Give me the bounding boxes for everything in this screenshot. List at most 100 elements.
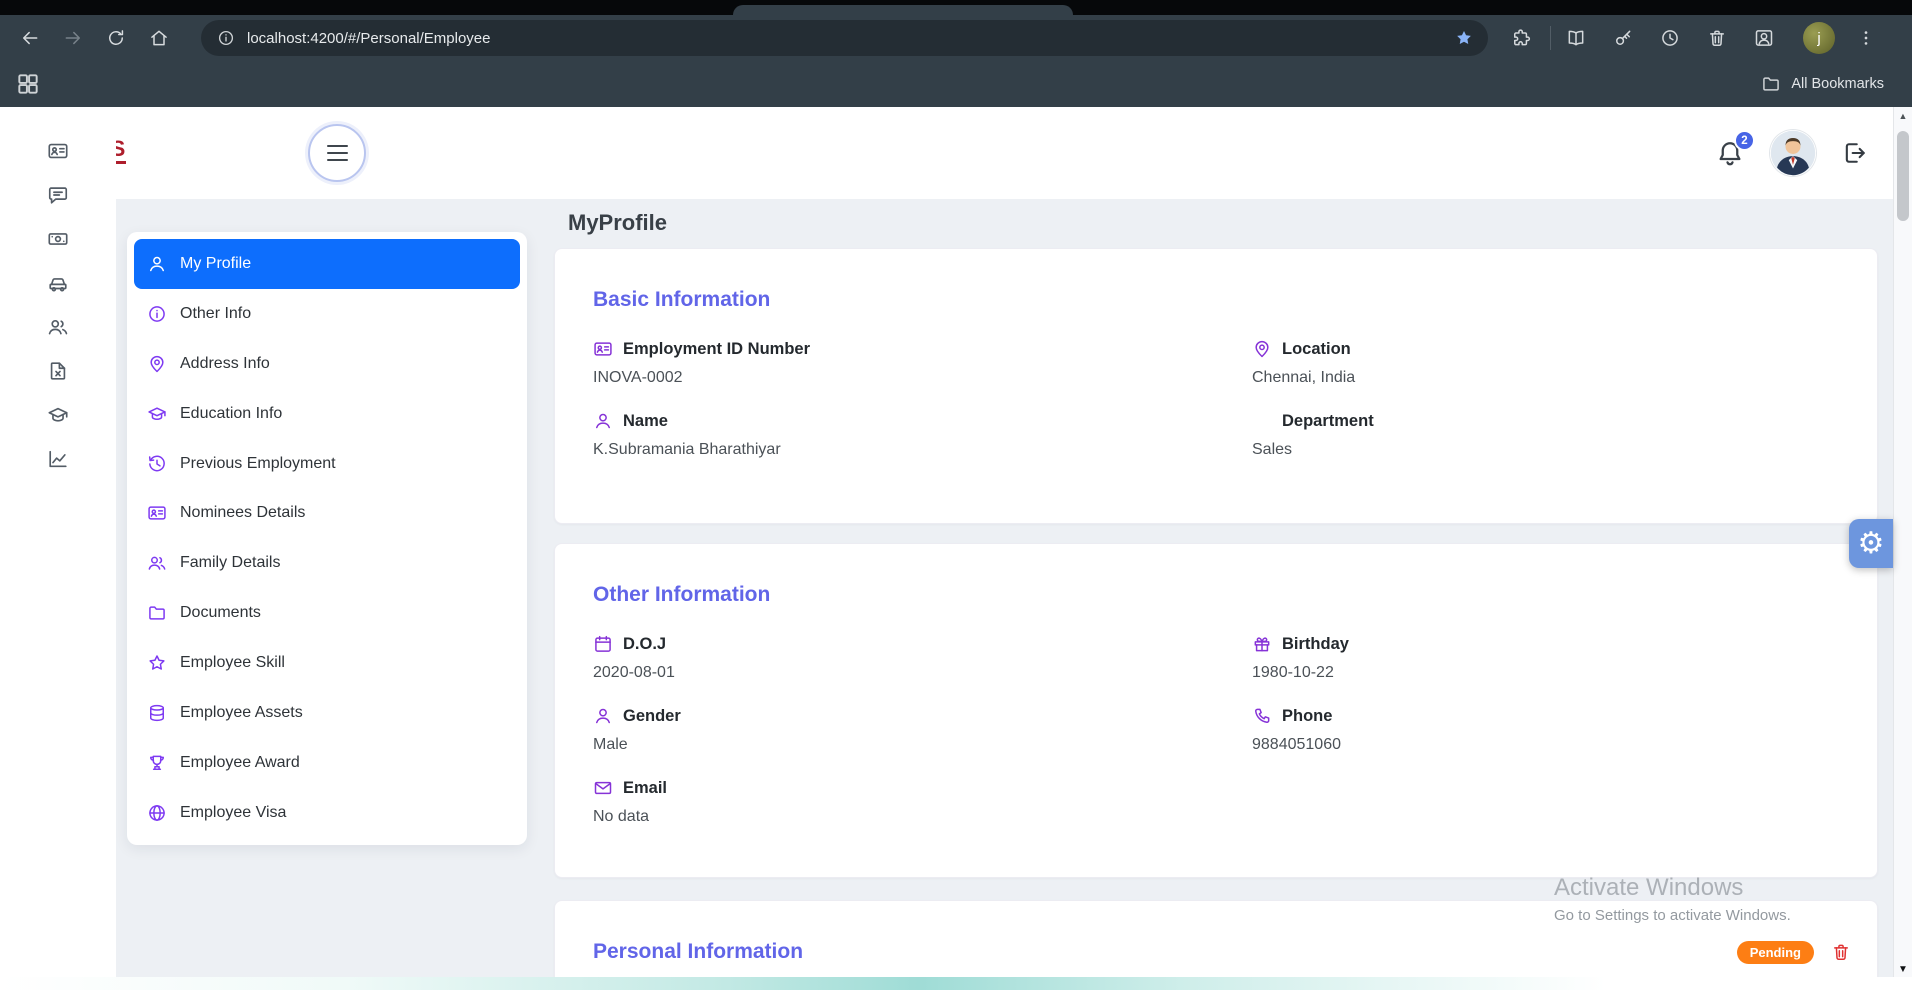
sidebar-icon-payroll[interactable] bbox=[47, 228, 69, 250]
puzzle-icon bbox=[1511, 28, 1531, 48]
main-content: MyProfile My ProfileOther InfoAddress In… bbox=[116, 199, 1893, 990]
user-avatar[interactable] bbox=[1770, 130, 1816, 176]
status-badge: Pending bbox=[1737, 941, 1814, 964]
field-label: Department bbox=[1282, 409, 1374, 433]
notifications-button[interactable]: 2 bbox=[1715, 138, 1745, 168]
forward-arrow-icon bbox=[63, 28, 83, 48]
notification-badge: 2 bbox=[1734, 130, 1755, 151]
menu-item-label: Documents bbox=[180, 604, 261, 622]
scroll-down-arrow[interactable]: ▼ bbox=[1894, 965, 1912, 975]
field-email: EmailNo data bbox=[593, 776, 1252, 828]
menu-item-education-info[interactable]: Education Info bbox=[134, 389, 520, 439]
menu-item-label: Other Info bbox=[180, 305, 251, 323]
menu-item-address-info[interactable]: Address Info bbox=[134, 339, 520, 389]
menu-item-employee-assets[interactable]: Employee Assets bbox=[134, 688, 520, 738]
menu-item-label: Education Info bbox=[180, 405, 282, 423]
star-icon bbox=[147, 653, 167, 673]
home-button[interactable] bbox=[142, 21, 176, 55]
settings-fab[interactable] bbox=[1849, 519, 1893, 568]
sidebar-icon-analytics[interactable] bbox=[47, 448, 69, 470]
phone-icon bbox=[1252, 706, 1272, 726]
menu-item-employee-visa[interactable]: Employee Visa bbox=[134, 788, 520, 838]
reload-button[interactable] bbox=[99, 21, 133, 55]
menu-item-previous-employment[interactable]: Previous Employment bbox=[134, 439, 520, 489]
reading-list-button[interactable] bbox=[1559, 21, 1593, 55]
menu-item-employee-skill[interactable]: Employee Skill bbox=[134, 638, 520, 688]
menu-item-nominees-details[interactable]: Nominees Details bbox=[134, 488, 520, 538]
reload-icon bbox=[106, 28, 126, 48]
hamburger-menu-button[interactable] bbox=[308, 124, 366, 182]
briefcase-icon bbox=[1252, 411, 1272, 431]
browser-active-tab[interactable] bbox=[733, 5, 1073, 15]
field-department: Department Sales bbox=[1252, 409, 1851, 461]
avatar-image-icon bbox=[1770, 130, 1816, 176]
field-d-o-j: D.O.J2020-08-01 bbox=[593, 632, 1252, 684]
person-icon bbox=[147, 254, 167, 274]
browser-toolbar: localhost:4200/#/Personal/Employee j bbox=[0, 15, 1912, 61]
menu-item-employee-award[interactable]: Employee Award bbox=[134, 738, 520, 788]
delete-icon[interactable] bbox=[1831, 942, 1851, 962]
field-value: Male bbox=[593, 734, 1252, 756]
other-information-title: Other Information bbox=[593, 582, 1851, 608]
forward-button[interactable] bbox=[56, 21, 90, 55]
extensions-button[interactable] bbox=[1504, 21, 1538, 55]
url-text[interactable]: localhost:4200/#/Personal/Employee bbox=[247, 30, 491, 47]
sidebar-icon-reports[interactable] bbox=[47, 360, 69, 382]
field-label: D.O.J bbox=[623, 632, 666, 656]
basic-information-title: Basic Information bbox=[593, 287, 1851, 313]
database-icon bbox=[147, 703, 167, 723]
scroll-up-arrow[interactable]: ▲ bbox=[1894, 112, 1912, 121]
clear-browsing-button[interactable] bbox=[1700, 21, 1734, 55]
field-label: Employment ID Number bbox=[623, 337, 810, 361]
menu-item-my-profile[interactable]: My Profile bbox=[134, 239, 520, 289]
back-arrow-icon bbox=[20, 28, 40, 48]
id-card-icon bbox=[147, 503, 167, 523]
location-icon bbox=[1252, 339, 1272, 359]
field-label: Gender bbox=[623, 704, 681, 728]
bookmark-star-icon[interactable] bbox=[1454, 28, 1474, 48]
logout-icon[interactable] bbox=[1841, 139, 1869, 167]
browser-profile-avatar[interactable]: j bbox=[1803, 22, 1835, 54]
header-actions: 2 bbox=[1715, 107, 1869, 199]
field-label: Phone bbox=[1282, 704, 1332, 728]
toolbar-right: j bbox=[1488, 21, 1883, 55]
menu-item-label: Employee Visa bbox=[180, 804, 286, 822]
cards-column: Basic Information Employment ID NumberIN… bbox=[554, 248, 1878, 990]
sidebar-icon-training[interactable] bbox=[47, 404, 69, 426]
passwords-button[interactable] bbox=[1606, 21, 1640, 55]
page-scrollbar[interactable]: ▲ ▼ bbox=[1893, 107, 1912, 990]
menu-item-other-info[interactable]: Other Info bbox=[134, 289, 520, 339]
globe-icon bbox=[147, 803, 167, 823]
location-icon bbox=[147, 354, 167, 374]
browser-menu-button[interactable] bbox=[1849, 21, 1883, 55]
menu-item-label: Family Details bbox=[180, 554, 280, 572]
sidebar-icon-messages[interactable] bbox=[47, 184, 69, 206]
bookmarks-folder-icon bbox=[1761, 74, 1781, 94]
other-information-card: Other Information D.O.J2020-08-01Birthda… bbox=[554, 543, 1878, 878]
calendar-icon bbox=[593, 634, 613, 654]
field-value: 9884051060 bbox=[1252, 734, 1851, 756]
scrollbar-thumb[interactable] bbox=[1897, 131, 1909, 221]
trash-icon bbox=[1707, 28, 1727, 48]
field-value: No data bbox=[593, 806, 1252, 828]
url-bar[interactable]: localhost:4200/#/Personal/Employee bbox=[201, 20, 1488, 56]
id-card-icon bbox=[593, 339, 613, 359]
field-label: Birthday bbox=[1282, 632, 1349, 656]
basic-information-fields: Employment ID NumberINOVA-0002LocationCh… bbox=[593, 337, 1851, 461]
info-icon bbox=[147, 304, 167, 324]
history-button[interactable] bbox=[1653, 21, 1687, 55]
site-info-icon[interactable] bbox=[217, 29, 235, 47]
field-birthday: Birthday 1980-10-22 bbox=[1252, 632, 1851, 684]
menu-item-family-details[interactable]: Family Details bbox=[134, 538, 520, 588]
field-value: Sales bbox=[1252, 439, 1851, 461]
back-button[interactable] bbox=[13, 21, 47, 55]
profiles-button[interactable] bbox=[1747, 21, 1781, 55]
browser-tab-strip bbox=[0, 0, 1912, 15]
field-value: 1980-10-22 bbox=[1252, 662, 1851, 684]
sidebar-icon-travel[interactable] bbox=[47, 272, 69, 294]
apps-grid-icon[interactable] bbox=[15, 71, 41, 97]
all-bookmarks-button[interactable]: All Bookmarks bbox=[1761, 74, 1884, 94]
sidebar-icon-employees[interactable] bbox=[47, 316, 69, 338]
menu-item-documents[interactable]: Documents bbox=[134, 588, 520, 638]
sidebar-icon-employee-badge[interactable] bbox=[47, 140, 69, 162]
